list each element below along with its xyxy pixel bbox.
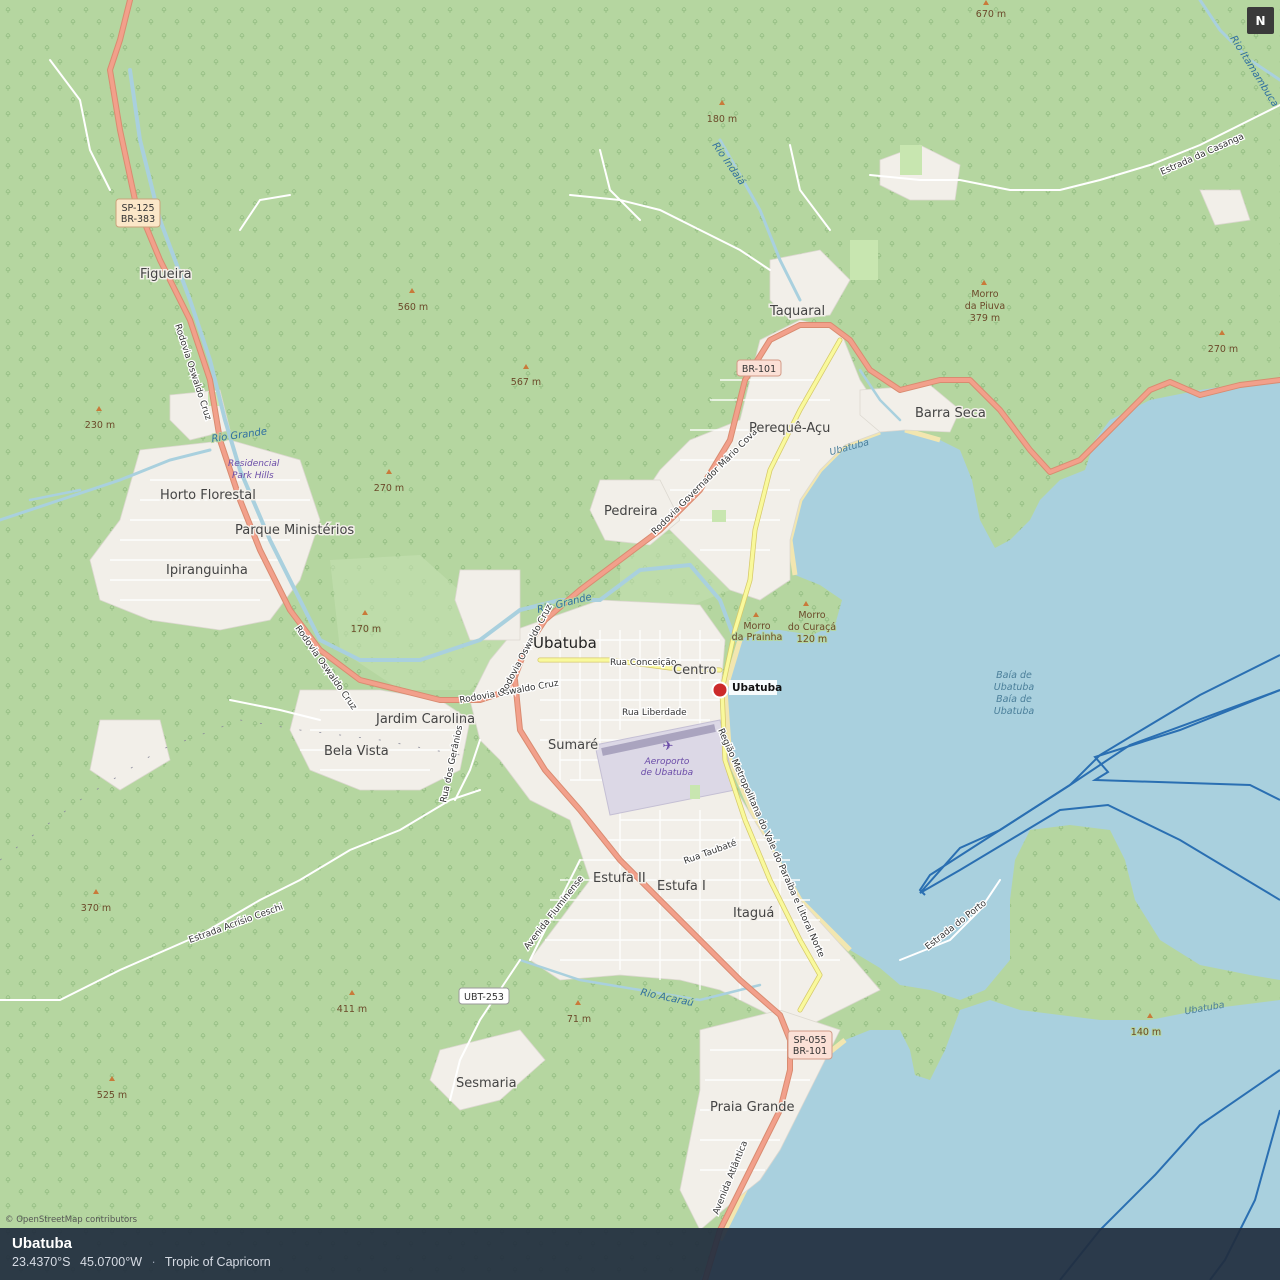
poi-label: Aeroporto xyxy=(644,757,690,767)
shield-sp125-line1: SP-125 xyxy=(121,203,154,214)
separator: · xyxy=(151,1255,156,1269)
street-label: Estrada do Porto xyxy=(924,898,989,952)
location-info-bar: Ubatuba 23.4370°S 45.0700°W · Tropic of … xyxy=(0,1228,1280,1280)
shield-ubt253: UBT-253 xyxy=(458,987,510,1005)
bay-label: Baía de xyxy=(996,694,1032,705)
bay-label: Ubatuba xyxy=(994,706,1035,717)
peak-label: 71 m xyxy=(567,1014,591,1025)
place-label: Bela Vista xyxy=(324,744,389,759)
place-label: Perequê-Açu xyxy=(749,421,830,436)
street-label: Rua Conceição xyxy=(610,658,677,668)
bay-label: Baía de xyxy=(996,670,1032,681)
map-canvas[interactable]: ✈ SP-125 BR-383 BR-101 UBT-253 SP-055 BR… xyxy=(0,0,1280,1280)
longitude-value: 45.0700°W xyxy=(80,1255,142,1269)
location-coordinates: 23.4370°S 45.0700°W · Tropic of Capricor… xyxy=(12,1255,1268,1269)
compass-north-button[interactable]: N xyxy=(1247,7,1274,34)
place-label: Centro xyxy=(673,663,716,678)
place-label: Estufa I xyxy=(657,879,706,894)
place-label: Ipiranguinha xyxy=(166,563,248,578)
place-label: Barra Seca xyxy=(915,406,986,421)
shield-sp055: SP-055 BR-101 xyxy=(787,1030,833,1060)
location-marker[interactable]: Ubatuba xyxy=(711,680,783,699)
place-label: Praia Grande xyxy=(710,1100,795,1115)
peak-label: 270 m xyxy=(1208,344,1238,355)
peak-label: 370 m xyxy=(81,903,111,914)
shield-sp125-line2: BR-383 xyxy=(121,214,155,225)
peak-label: Morro xyxy=(971,289,998,300)
peak-label: 560 m xyxy=(398,302,428,313)
place-label: Park Hills xyxy=(232,471,274,481)
shield-br101-north: BR-101 xyxy=(736,359,782,377)
peak-label: 525 m xyxy=(97,1090,127,1101)
peak-label: da Piuva xyxy=(965,301,1006,312)
place-label: Sumaré xyxy=(548,738,598,753)
airport-label: Aeroporto de Ubatuba xyxy=(641,757,693,778)
peak-label: Morro xyxy=(798,610,825,621)
location-note: Tropic of Capricorn xyxy=(164,1255,271,1269)
peak-label: 170 m xyxy=(351,624,381,635)
peak-label: Morro xyxy=(743,621,770,632)
peak-label: 180 m xyxy=(707,114,737,125)
peak-label: 270 m xyxy=(374,483,404,494)
latitude-value: 23.4370°S xyxy=(12,1255,71,1269)
peak-label: 120 m xyxy=(797,634,827,645)
shield-sp125: SP-125 BR-383 xyxy=(115,198,161,228)
city-label: Ubatuba xyxy=(533,634,597,652)
peak-label: 140 m xyxy=(1131,1027,1161,1038)
place-label: Figueira xyxy=(140,267,192,282)
place-label: Taquaral xyxy=(769,304,825,319)
peak-label: 379 m xyxy=(970,313,1000,324)
place-label: Estufa II xyxy=(593,871,646,886)
shield-br101-label: BR-101 xyxy=(742,364,776,375)
peak-label: 567 m xyxy=(511,377,541,388)
marker-label: Ubatuba xyxy=(732,682,782,694)
street-label: Rua Liberdade xyxy=(622,708,687,718)
airport-icon: ✈ xyxy=(663,739,674,754)
peak-label: 230 m xyxy=(85,420,115,431)
place-label: Parque Ministérios xyxy=(235,523,354,538)
shield-sp055-line2: BR-101 xyxy=(793,1046,827,1057)
peak-label: da Prainha xyxy=(732,632,783,643)
peak-label: do Curaçá xyxy=(788,622,836,633)
place-label: Sesmaria xyxy=(456,1076,517,1091)
place-label: Itaguá xyxy=(733,906,774,921)
shield-sp055-line1: SP-055 xyxy=(793,1035,826,1046)
place-label: Horto Florestal xyxy=(160,488,256,503)
place-label: Residencial xyxy=(228,459,280,469)
peak-label: 411 m xyxy=(337,1004,367,1015)
place-label: Jardim Carolina xyxy=(375,712,475,727)
peak-label: 670 m xyxy=(976,9,1006,20)
marker-dot-icon[interactable] xyxy=(711,681,729,699)
map-attribution: © OpenStreetMap contributors xyxy=(5,1215,138,1225)
location-title: Ubatuba xyxy=(12,1235,72,1252)
poi-label: de Ubatuba xyxy=(641,768,693,778)
bay-label: Ubatuba xyxy=(994,682,1035,693)
shield-ubt253-label: UBT-253 xyxy=(464,992,504,1003)
place-label: Pedreira xyxy=(604,504,658,519)
